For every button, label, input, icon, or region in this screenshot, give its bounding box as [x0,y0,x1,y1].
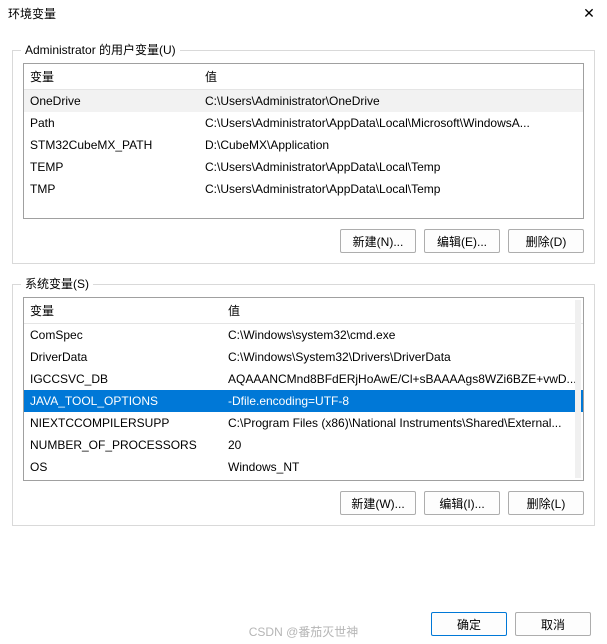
system-vars-label: 系统变量(S) [21,275,93,292]
footer-buttons: 确定 取消 [431,612,591,636]
user-vars-table: 变量 值 OneDriveC:\Users\Administrator\OneD… [24,64,583,200]
user-edit-button[interactable]: 编辑(E)... [424,229,500,253]
user-row[interactable]: TEMPC:\Users\Administrator\AppData\Local… [24,156,583,178]
sys-cell-var: NIEXTCCOMPILERSUPP [24,412,222,434]
sys-new-button[interactable]: 新建(W)... [340,491,416,515]
content: Administrator 的用户变量(U) 变量 值 OneDriveC:\U… [0,24,607,526]
titlebar: 环境变量 ✕ [0,0,607,24]
user-vars-group: Administrator 的用户变量(U) 变量 值 OneDriveC:\U… [12,50,595,264]
window-title: 环境变量 [8,5,56,22]
sys-col-val[interactable]: 值 [222,298,583,324]
sys-cell-val: C:\Windows\System32\Drivers\DriverData [222,346,583,368]
sys-row[interactable]: NUMBER_OF_PROCESSORS20 [24,434,583,456]
user-cell-val: C:\Users\Administrator\AppData\Local\Mic… [199,112,583,134]
sys-cell-val: Windows_NT [222,456,583,478]
sys-cell-var: ComSpec [24,324,222,347]
user-row[interactable]: PathC:\Users\Administrator\AppData\Local… [24,112,583,134]
user-col-val[interactable]: 值 [199,64,583,90]
sys-delete-button[interactable]: 删除(L) [508,491,584,515]
sys-cell-var: IGCCSVC_DB [24,368,222,390]
system-vars-table: 变量 值 ComSpecC:\Windows\system32\cmd.exeD… [24,298,583,478]
ok-button[interactable]: 确定 [431,612,507,636]
cancel-button[interactable]: 取消 [515,612,591,636]
close-icon[interactable]: ✕ [579,6,599,20]
user-cell-var: STM32CubeMX_PATH [24,134,199,156]
user-vars-table-wrap: 变量 值 OneDriveC:\Users\Administrator\OneD… [23,63,584,219]
sys-cell-val: AQAAANCMnd8BFdERjHoAwE/Cl+sBAAAAgs8WZi6B… [222,368,583,390]
sys-cell-var: NUMBER_OF_PROCESSORS [24,434,222,456]
sys-row[interactable]: DriverDataC:\Windows\System32\Drivers\Dr… [24,346,583,368]
user-row[interactable]: OneDriveC:\Users\Administrator\OneDrive [24,90,583,113]
watermark: CSDN @番茄灭世神 [249,623,359,640]
sys-row[interactable]: OSWindows_NT [24,456,583,478]
system-vars-buttons: 新建(W)... 编辑(I)... 删除(L) [23,491,584,515]
user-cell-val: C:\Users\Administrator\AppData\Local\Tem… [199,156,583,178]
user-row[interactable]: TMPC:\Users\Administrator\AppData\Local\… [24,178,583,200]
sys-row[interactable]: IGCCSVC_DBAQAAANCMnd8BFdERjHoAwE/Cl+sBAA… [24,368,583,390]
sys-cell-val: C:\Program Files (x86)\National Instrume… [222,412,583,434]
system-vars-group: 系统变量(S) 变量 值 ComSpecC:\Windows\system32\… [12,284,595,526]
user-cell-var: OneDrive [24,90,199,113]
user-cell-var: TMP [24,178,199,200]
user-col-var[interactable]: 变量 [24,64,199,90]
user-cell-val: D:\CubeMX\Application [199,134,583,156]
sys-cell-val: 20 [222,434,583,456]
sys-col-var[interactable]: 变量 [24,298,222,324]
user-vars-label: Administrator 的用户变量(U) [21,41,180,58]
sys-row[interactable]: NIEXTCCOMPILERSUPPC:\Program Files (x86)… [24,412,583,434]
sys-cell-var: JAVA_TOOL_OPTIONS [24,390,222,412]
system-vars-table-wrap: 变量 值 ComSpecC:\Windows\system32\cmd.exeD… [23,297,584,481]
sys-cell-val: -Dfile.encoding=UTF-8 [222,390,583,412]
sys-cell-var: OS [24,456,222,478]
sys-row[interactable]: ComSpecC:\Windows\system32\cmd.exe [24,324,583,347]
sys-edit-button[interactable]: 编辑(I)... [424,491,500,515]
sys-cell-val: C:\Windows\system32\cmd.exe [222,324,583,347]
user-cell-val: C:\Users\Administrator\OneDrive [199,90,583,113]
user-new-button[interactable]: 新建(N)... [340,229,416,253]
sys-cell-var: DriverData [24,346,222,368]
user-cell-val: C:\Users\Administrator\AppData\Local\Tem… [199,178,583,200]
user-cell-var: Path [24,112,199,134]
scrollbar[interactable] [575,300,581,478]
sys-row[interactable]: JAVA_TOOL_OPTIONS-Dfile.encoding=UTF-8 [24,390,583,412]
user-row[interactable]: STM32CubeMX_PATHD:\CubeMX\Application [24,134,583,156]
user-vars-buttons: 新建(N)... 编辑(E)... 删除(D) [23,229,584,253]
user-delete-button[interactable]: 删除(D) [508,229,584,253]
user-cell-var: TEMP [24,156,199,178]
